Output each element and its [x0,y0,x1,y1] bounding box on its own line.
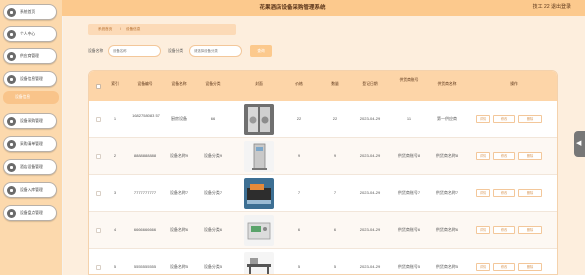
category-search-label: 设备分类 [168,49,184,53]
row-checkbox[interactable] [96,228,101,233]
edit-button[interactable]: 修改 [493,263,515,271]
sidebar-item-purchase[interactable]: 设备采购管理 [3,113,57,129]
col-index: 索引 [111,82,119,86]
sidebar-item-suppliers[interactable]: 供应商管理 [3,48,57,64]
user-icon [7,30,16,39]
chart-icon [7,209,16,218]
cabinet-icon [244,141,274,172]
detail-button[interactable]: 详情 [476,152,490,160]
table-row[interactable]: 5 5555555555 设备名称5 设备分类5 5 5 2023-04-29 … [89,249,557,274]
detail-button[interactable]: 详情 [476,189,490,197]
delete-button[interactable]: 删除 [518,263,542,271]
sidebar-item-equipment-info[interactable]: 设备信息管理 [3,71,57,87]
cover-image [244,178,274,209]
delete-button[interactable]: 删除 [518,115,542,123]
edit-button[interactable]: 修改 [493,115,515,123]
table-header: 索引 设备编号 设备名称 设备分类 封面 价格 数量 登记日期 供货商账号 供货… [89,71,557,101]
home-icon [7,8,16,17]
sidebar-item-inventory[interactable]: 设备盘点管理 [3,205,57,221]
name-search-input[interactable] [108,45,161,57]
col-code[interactable]: 设备编号 [127,82,163,87]
washing-machine-icon [244,104,274,135]
col-cover: 封面 [255,82,263,86]
sidebar-item-stock-in[interactable]: 设备入库管理 [3,182,57,198]
instrument-icon [244,215,274,246]
table-row[interactable]: 3 7777777777 设备名称7 设备分类7 7 7 2023-04-29 … [89,175,557,212]
delete-button[interactable]: 删除 [518,226,542,234]
cover-image [244,215,274,246]
detail-button[interactable]: 详情 [476,226,490,234]
col-name[interactable]: 设备名称 [161,82,197,87]
name-search-label: 设备名称 [88,49,104,53]
col-price[interactable]: 价格 [287,82,311,87]
breadcrumb-separator: / [120,27,121,31]
col-category[interactable]: 设备分类 [195,82,231,87]
app-title: 花果酒店设备采购管理系统 [259,5,326,11]
sidebar-item-hotel-equipment[interactable]: 酒店设备管理 [3,159,57,175]
table-row[interactable]: 2 8888888888 设备名称9 设备分类9 9 9 2023-04-29 … [89,138,557,175]
arrow-left-icon: ◀ [576,140,582,147]
box-icon [7,186,16,195]
truck-icon [7,52,16,61]
detail-button[interactable]: 详情 [476,263,490,271]
breadcrumb-home[interactable]: 系统首页 [98,27,112,32]
clipboard-icon [7,140,16,149]
user-info[interactable]: 技工 22 退出登录 [533,3,571,10]
cover-image [244,104,274,135]
table-row[interactable]: 4 6666666666 设备名称6 设备分类6 6 6 2023-04-29 … [89,212,557,249]
sidebar-item-home[interactable]: 系统首页 [3,4,57,20]
col-supplier-id[interactable]: 供货商账号 [395,78,423,83]
sidebar-item-purchase-list[interactable]: 采购清单管理 [3,136,57,152]
top-header: 花果酒店设备采购管理系统 技工 22 退出登录 [0,0,585,16]
edit-button[interactable]: 修改 [493,152,515,160]
row-checkbox[interactable] [96,117,101,122]
breadcrumb-current: 设备信息 [126,27,141,31]
table-row[interactable]: 1 1682758083 57 厨房设备 66 22 22 2023-04-29… [89,101,557,138]
cover-image [244,141,274,172]
submenu-equipment-info[interactable]: 设备信息 [3,91,59,104]
cart-icon [7,117,16,126]
cover-image [244,252,274,274]
detail-button[interactable]: 详情 [476,115,490,123]
side-collapse-tab[interactable]: ◀ [574,131,585,157]
search-button[interactable]: 查询 [250,45,272,57]
col-actions: 操作 [510,82,518,86]
row-checkbox[interactable] [96,154,101,159]
breadcrumb: 系统首页 / 设备信息 [88,24,236,35]
select-all-checkbox[interactable] [96,84,101,89]
edit-button[interactable]: 修改 [493,226,515,234]
sidebar-item-profile[interactable]: 个人中心 [3,26,57,42]
delete-button[interactable]: 删除 [518,152,542,160]
category-select[interactable] [189,45,242,57]
workbench-icon [244,252,274,274]
machine-icon [244,178,274,209]
building-icon [7,163,16,172]
equipment-table: 索引 设备编号 设备名称 设备分类 封面 价格 数量 登记日期 供货商账号 供货… [88,70,558,275]
col-date[interactable]: 登记日期 [351,82,389,87]
col-qty[interactable]: 数量 [323,82,347,87]
row-checkbox[interactable] [96,265,101,270]
delete-button[interactable]: 删除 [518,189,542,197]
row-checkbox[interactable] [96,191,101,196]
sidebar: 系统首页 个人中心 供应商管理 设备信息管理 设备信息 设备采购管理 采购清单管… [0,0,62,275]
list-icon [7,75,16,84]
edit-button[interactable]: 修改 [493,189,515,197]
col-supplier-name[interactable]: 供货商名称 [429,82,465,87]
